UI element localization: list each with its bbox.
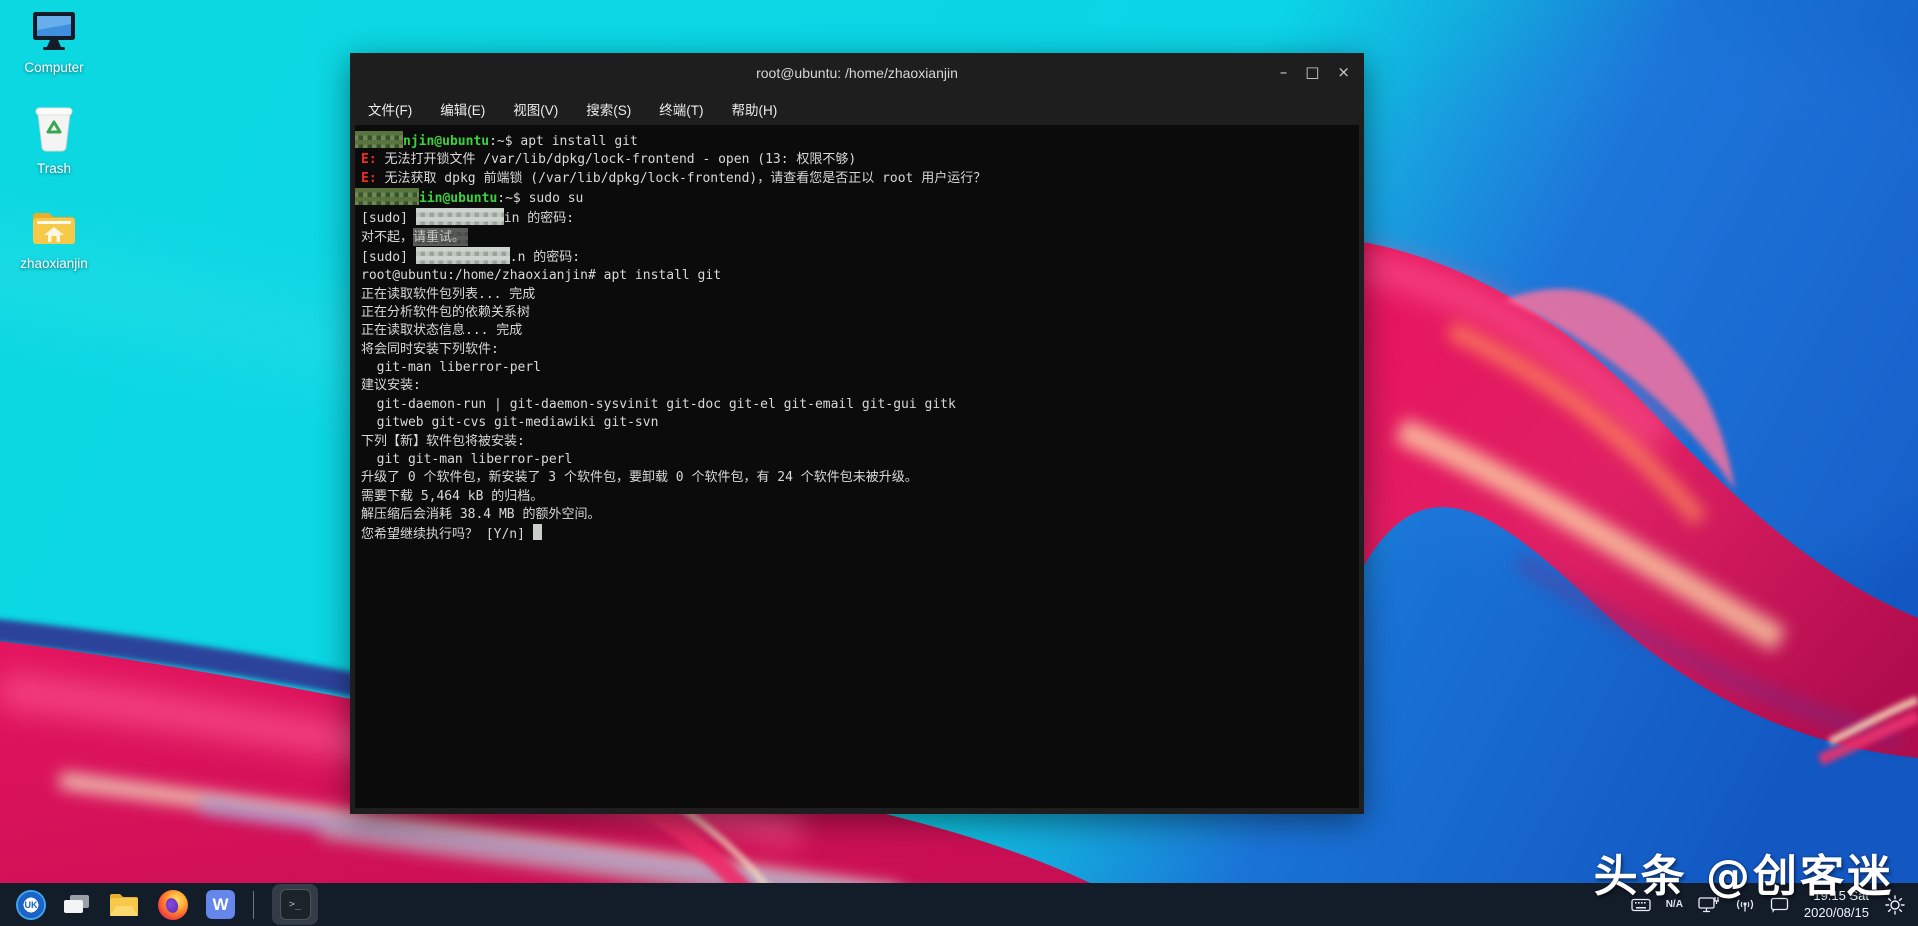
taskbar-separator [253,891,254,919]
menu-item[interactable]: 终端(T) [659,99,703,119]
censor-mosaic [355,188,419,205]
terminal-line: 升级了 0 个软件包，新安装了 3 个软件包，要卸载 0 个软件包，有 24 个… [361,469,1353,487]
window-controls: – □ × [1280,65,1364,80]
terminal-line: E: 无法打开锁文件 /var/lib/dpkg/lock-frontend -… [361,151,1353,169]
taskbar-terminal-active[interactable]: >_ [272,884,318,925]
close-button[interactable]: × [1337,65,1350,80]
maximize-button[interactable]: □ [1305,65,1319,80]
terminal-text: [sudo] [361,250,416,265]
terminal-text: njin@ubuntu [403,134,489,149]
terminal-output: njin@ubuntu:~$ apt install gitE: 无法打开锁文件… [361,131,1353,545]
terminal-text: E: [361,171,377,186]
terminal-text: [sudo] [361,211,416,226]
desktop-icon-label: zhaoxianjin [20,256,88,271]
terminal-line: git git-man liberror-perl [361,451,1353,469]
terminal-line: 将会同时安装下列软件: [361,341,1353,359]
terminal-line: [sudo] in 的密码: [361,208,1353,228]
terminal-text: 解压缩后会消耗 38.4 MB 的额外空间。 [361,507,600,522]
terminal-window: root@ubuntu: /home/zhaoxianjin – □ × 文件(… [350,53,1364,814]
desktop-icon-label: Trash [37,161,71,176]
desktop-icon-home-folder[interactable]: zhaoxianjin [20,206,88,271]
terminal-cursor [533,524,542,540]
taskbar-launchers: UK W >_ [0,884,318,925]
terminal-text: E: [361,152,377,167]
terminal-text: 将会同时安装下列软件: [361,342,499,357]
terminal-line: gitweb git-cvs git-mediawiki git-svn [361,414,1353,432]
terminal-line: 正在分析软件包的依赖关系树 [361,304,1353,322]
terminal-line: 正在读取状态信息... 完成 [361,322,1353,340]
home-folder-icon [29,206,79,248]
minimize-button[interactable]: – [1280,65,1288,80]
terminal-line: git-daemon-run | git-daemon-sysvinit git… [361,396,1353,414]
file-manager-icon[interactable] [108,891,140,918]
clock-date: 2020/08/15 [1804,905,1869,921]
terminal-line: 对不起，请重试。 [361,229,1353,247]
terminal-titlebar[interactable]: root@ubuntu: /home/zhaoxianjin – □ × [350,53,1364,92]
terminal-text: 无法获取 dpkg 前端锁 (/var/lib/dpkg/lock-fronte… [377,171,987,186]
terminal-text: git-man liberror-perl [361,360,541,375]
terminal-line: root@ubuntu:/home/zhaoxianjin# apt insta… [361,267,1353,285]
terminal-text: 您希望继续执行吗？ [Y/n] [361,527,533,542]
computer-monitor-icon [29,10,79,52]
ukui-launcher-icon[interactable]: UK [16,890,46,920]
terminal-text: 下列【新】软件包将被安装: [361,434,525,449]
window-title: root@ubuntu: /home/zhaoxianjin [350,65,1364,81]
desktop-icon-computer[interactable]: Computer [24,10,83,75]
terminal-text: 无法打开锁文件 /var/lib/dpkg/lock-frontend - op… [377,152,857,167]
terminal-text: 升级了 0 个软件包，新安装了 3 个软件包，要卸载 0 个软件包，有 24 个… [361,470,918,485]
terminal-line: [sudo] .n 的密码: [361,247,1353,267]
censor-mosaic [416,208,504,225]
censor-mosaic [355,131,403,148]
terminal-text: :~$ apt install git [489,134,638,149]
terminal-text: 正在读取软件包列表... 完成 [361,287,535,302]
terminal-line: E: 无法获取 dpkg 前端锁 (/var/lib/dpkg/lock-fro… [361,170,1353,188]
terminal-text: 正在读取状态信息... 完成 [361,323,522,338]
terminal-line: 您希望继续执行吗？ [Y/n] [361,524,1353,544]
terminal-line: iin@ubuntu:~$ sudo su [361,188,1353,208]
terminal-line: njin@ubuntu:~$ apt install git [361,131,1353,151]
desktop-icon-label: Computer [24,60,83,75]
terminal-text: iin@ubuntu [419,191,497,206]
desktop-icon-list: Computer Trash zhaoxianjin [0,10,108,271]
wps-office-icon[interactable]: W [206,890,235,919]
terminal-text: git git-man liberror-perl [361,452,572,467]
terminal-app-icon: >_ [280,889,311,920]
terminal-line: 需要下载 5,464 kB 的归档。 [361,488,1353,506]
menu-item[interactable]: 编辑(E) [440,99,485,119]
terminal-text: :~$ sudo su [497,191,583,206]
terminal-text: .n 的密码: [510,250,580,265]
window-switcher-icon[interactable] [64,894,90,916]
terminal-line: git-man liberror-perl [361,359,1353,377]
terminal-content[interactable]: njin@ubuntu:~$ apt install gitE: 无法打开锁文件… [355,125,1359,808]
terminal-text: 请重试。 [413,230,465,245]
terminal-line: 正在读取软件包列表... 完成 [361,286,1353,304]
menu-bar: 文件(F) 编辑(E) 视图(V) 搜索(S) 终端(T) 帮助(H) [350,92,1364,125]
menu-item[interactable]: 帮助(H) [732,99,778,119]
terminal-text: root@ubuntu:/home/zhaoxianjin# apt insta… [361,268,721,283]
watermark-text: 头条 @创客迷 [1594,840,1894,904]
terminal-text: 正在分析软件包的依赖关系树 [361,305,530,320]
terminal-text: 需要下载 5,464 kB 的归档。 [361,489,543,504]
censor-mosaic [416,247,510,264]
terminal-text: git-daemon-run | git-daemon-sysvinit git… [361,397,956,412]
terminal-text: gitweb git-cvs git-mediawiki git-svn [361,415,658,430]
menu-item[interactable]: 搜索(S) [586,99,631,119]
terminal-line: 建议安装: [361,377,1353,395]
trash-can-icon [31,105,77,153]
terminal-text: in 的密码: [504,211,574,226]
wps-label: W [212,895,228,915]
desktop-icon-trash[interactable]: Trash [31,105,77,176]
firefox-icon[interactable] [158,890,188,920]
terminal-text: 对不起， [361,230,413,245]
menu-item[interactable]: 视图(V) [513,99,558,119]
terminal-line: 解压缩后会消耗 38.4 MB 的额外空间。 [361,506,1353,524]
terminal-line: 下列【新】软件包将被安装: [361,433,1353,451]
launcher-label: UK [16,890,46,920]
menu-item[interactable]: 文件(F) [368,99,412,119]
terminal-text: 建议安装: [361,378,421,393]
